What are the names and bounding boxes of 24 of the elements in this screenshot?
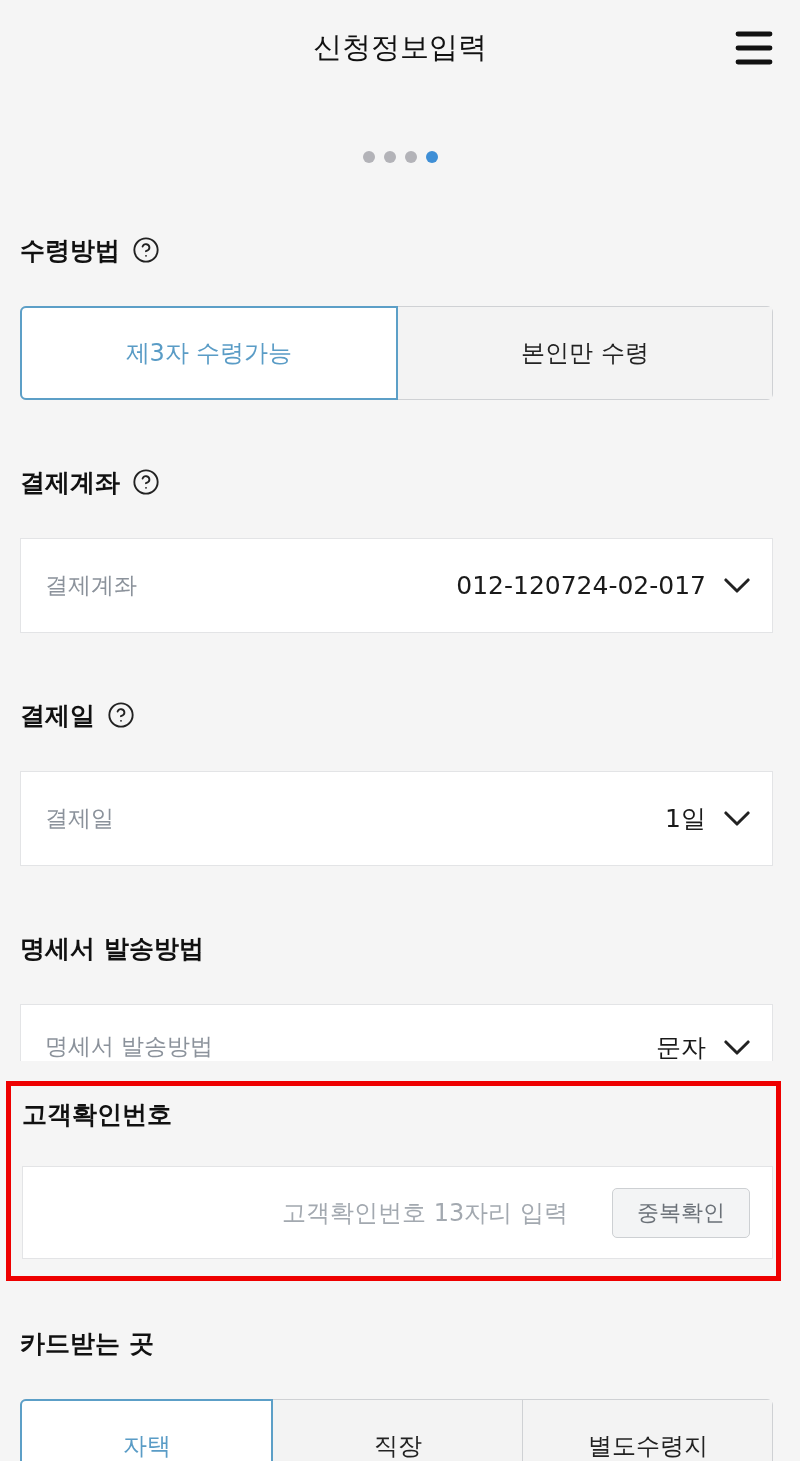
check-button[interactable]: 중복확인 [612, 1187, 750, 1238]
section-label: 명세서 발송방법 [20, 932, 204, 965]
help-icon[interactable] [107, 701, 135, 729]
chevron-down-icon [724, 811, 750, 826]
page-title: 신청정보입력 [313, 29, 487, 66]
field-value: 012-120724-02-017 [456, 571, 706, 600]
field-value: 1일 [665, 803, 706, 835]
field-value: 문자 [656, 1032, 706, 1061]
select-field[interactable]: 명세서 발송방법 문자 [20, 1004, 773, 1061]
section-label: 결제일 [20, 699, 95, 732]
section-label: 고객확인번호 [22, 1098, 172, 1131]
field-label: 명세서 발송방법 [45, 1032, 214, 1061]
input-field[interactable]: 고객확인번호 13자리 입력 중복확인 [22, 1166, 773, 1259]
chevron-down-icon [724, 578, 750, 593]
select-field[interactable]: 결제일 1일 [20, 771, 773, 866]
chevron-down-icon [724, 1040, 750, 1055]
field-label: 결제일 [45, 804, 114, 833]
section-label: 카드받는 곳 [20, 1327, 154, 1360]
section-label: 수령방법 [20, 234, 120, 267]
section-label: 결제계좌 [20, 466, 120, 499]
help-icon[interactable] [132, 468, 160, 496]
select-field[interactable]: 결제계좌 012-120724-02-017 [20, 538, 773, 633]
field-label: 결제계좌 [45, 571, 137, 600]
help-icon[interactable] [132, 236, 160, 264]
